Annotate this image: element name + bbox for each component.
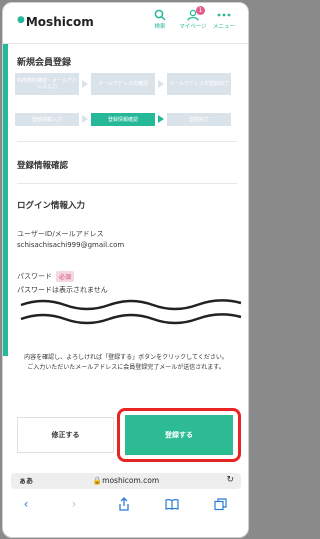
required-badge: 必須 <box>56 271 75 282</box>
confirm-heading: 登録情報確認 <box>17 161 69 171</box>
step-6: 登録完了 <box>167 113 231 126</box>
browser-toolbar: ‹ › <box>3 493 248 515</box>
address-bar[interactable]: ぁあ 🔒moshicom.com ↻ <box>11 473 241 489</box>
step-5-current: 登録情報確認 <box>91 113 155 126</box>
tabs-glyph <box>213 497 227 510</box>
page-title: 新規会員登録 <box>17 58 72 68</box>
password-label: パスワード <box>17 272 52 281</box>
site-header: ●Moshicom 検索 1 マイページ メニュー <box>3 3 248 44</box>
brand-name: Moshicom <box>25 15 94 29</box>
search-label: 検索 <box>154 24 166 30</box>
step-arrow <box>82 80 88 88</box>
notice-line-1: 内容を確認し、よろしければ「登録する」ボタンをクリックしてください。 <box>24 354 228 361</box>
notice-line-2: ご入力いただいたメールアドレスに会員登録完了メールが送信されます。 <box>27 364 225 371</box>
share-icon[interactable] <box>113 493 135 515</box>
bookmarks-icon[interactable] <box>161 493 183 515</box>
forward-icon[interactable]: › <box>63 493 85 515</box>
confirmation-notice: 内容を確認し、よろしければ「登録する」ボタンをクリックしてください。 ご入力いた… <box>11 353 241 373</box>
mypage-button[interactable]: 1 マイページ <box>178 6 208 30</box>
step-arrow <box>158 80 164 88</box>
login-heading: ログイン情報入力 <box>17 201 86 211</box>
url-value: moshicom.com <box>102 476 160 485</box>
step-1: 利用規約確認・メールアドレス入力 <box>15 73 79 95</box>
menu-button[interactable]: メニュー <box>209 9 239 30</box>
logo-mark-icon: ● <box>17 15 25 25</box>
more-icon <box>217 13 231 17</box>
step-2: メールアドレスの確認 <box>91 73 155 95</box>
user-id-value: schisachisachi999@gmail.com <box>17 241 125 249</box>
step-arrow <box>82 115 88 123</box>
search-icon <box>154 9 166 21</box>
fix-button[interactable]: 修正する <box>17 417 114 453</box>
omission-wave <box>20 299 242 325</box>
reload-icon[interactable]: ↻ <box>226 475 234 485</box>
notification-badge: 1 <box>196 6 205 15</box>
divider <box>17 141 237 142</box>
mypage-label: マイページ <box>179 24 207 30</box>
menu-label: メニュー <box>212 24 235 30</box>
share-glyph <box>119 497 129 511</box>
back-icon[interactable]: ‹ <box>15 493 37 515</box>
step-arrow-current <box>158 115 164 123</box>
url-text: 🔒moshicom.com <box>11 476 241 485</box>
brand-logo[interactable]: ●Moshicom <box>17 15 94 29</box>
lock-icon: 🔒 <box>92 476 103 485</box>
user-id-label: ユーザーID/メールアドレス <box>17 230 104 238</box>
search-button[interactable]: 検索 <box>145 9 175 30</box>
register-button[interactable]: 登録する <box>125 415 233 455</box>
phone-screen: ●Moshicom 検索 1 マイページ メニュー 新規会員登録 利用規約確認・… <box>2 2 249 538</box>
tabs-icon[interactable] <box>209 493 231 515</box>
divider <box>17 183 237 184</box>
step-4: 登録情報入力 <box>15 113 79 126</box>
book-glyph <box>165 499 179 510</box>
step-3: メールアドレス本登録完了 <box>167 73 231 95</box>
password-label-row: パスワード 必須 <box>17 271 75 282</box>
